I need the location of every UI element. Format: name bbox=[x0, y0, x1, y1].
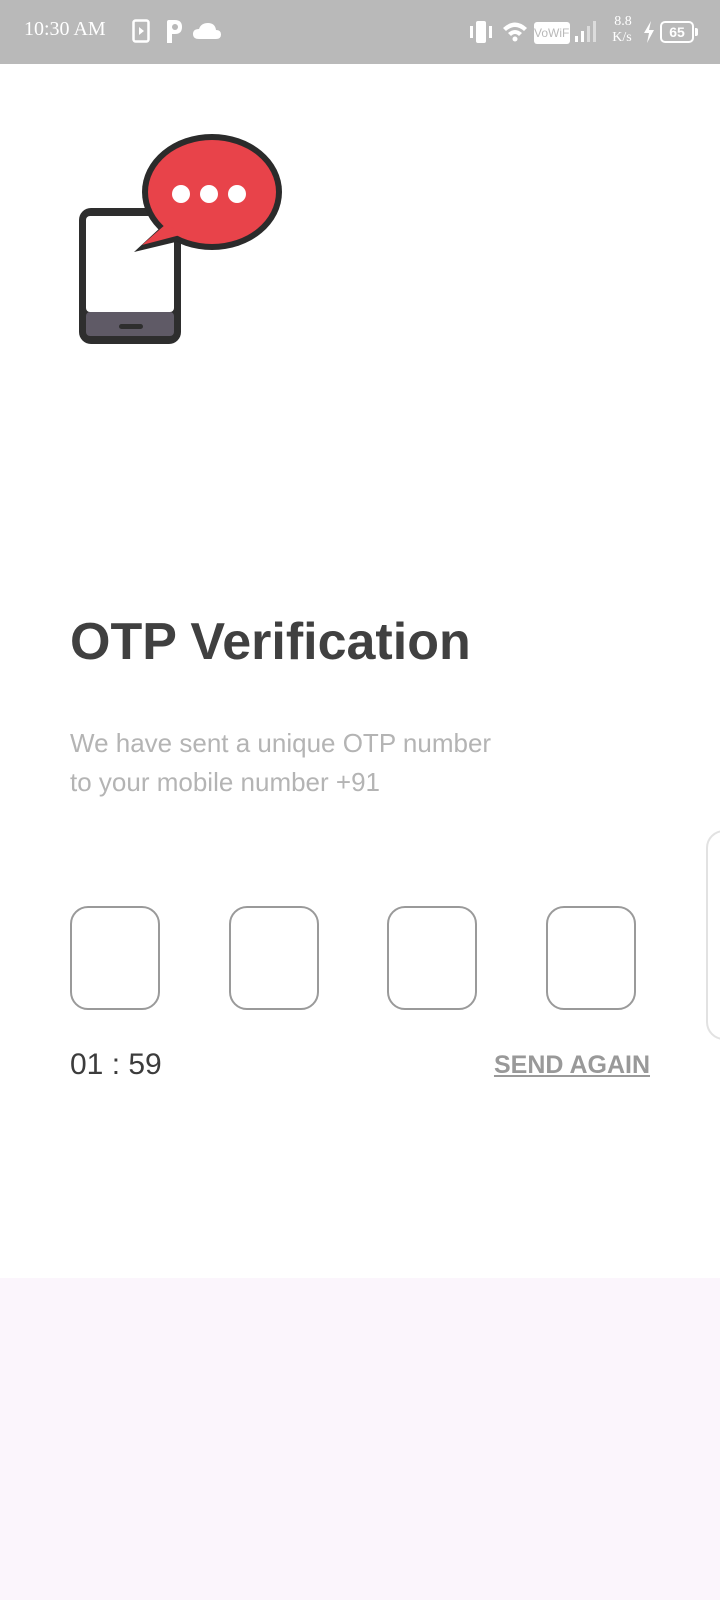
edge-panel-handle[interactable] bbox=[706, 830, 720, 1040]
battery-tip bbox=[695, 28, 698, 36]
vibrate-icon bbox=[468, 20, 494, 49]
send-again-link[interactable]: SEND AGAIN bbox=[494, 1051, 650, 1080]
subtitle-line-1: We have sent a unique OTP number bbox=[70, 728, 492, 758]
status-time: 10:30 AM bbox=[24, 18, 106, 40]
otp-digit-2[interactable] bbox=[228, 906, 319, 1010]
vowifi-icon: VoWiFi bbox=[534, 22, 572, 44]
subtitle-line-2: to your mobile number +91 bbox=[70, 767, 381, 797]
otp-digit-1[interactable] bbox=[70, 906, 160, 1010]
parking-app-icon bbox=[164, 19, 184, 48]
otp-input-group bbox=[70, 906, 636, 1010]
phone-message-icon bbox=[72, 128, 292, 358]
network-speed-unit: K/s bbox=[612, 30, 632, 45]
battery-icon: 65 bbox=[660, 21, 694, 43]
wifi-icon bbox=[502, 20, 528, 47]
network-speed-value: 8.8 bbox=[614, 14, 632, 29]
page-title: OTP Verification bbox=[70, 613, 471, 671]
otp-digit-4[interactable] bbox=[545, 906, 636, 1010]
status-bar: 10:30 AM VoWiFi 8.8 K/s 65 bbox=[0, 0, 720, 64]
otp-digit-3[interactable] bbox=[387, 906, 478, 1010]
media-icon bbox=[132, 19, 150, 48]
subtitle: We have sent a unique OTP number to your… bbox=[70, 724, 630, 802]
countdown-timer: 01 : 59 bbox=[70, 1048, 162, 1081]
cloud-icon bbox=[192, 22, 222, 45]
bottom-area bbox=[0, 1278, 720, 1600]
signal-icon bbox=[574, 20, 598, 49]
charging-icon bbox=[642, 20, 656, 49]
